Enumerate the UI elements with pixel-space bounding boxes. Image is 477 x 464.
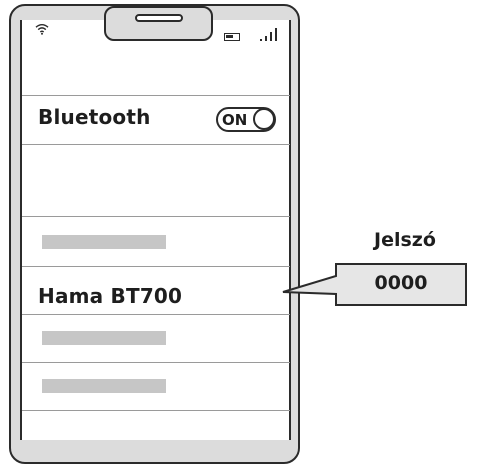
password-value: 0000 bbox=[374, 272, 428, 294]
password-callout-shape bbox=[282, 263, 467, 306]
password-title: Jelszó bbox=[374, 229, 436, 251]
